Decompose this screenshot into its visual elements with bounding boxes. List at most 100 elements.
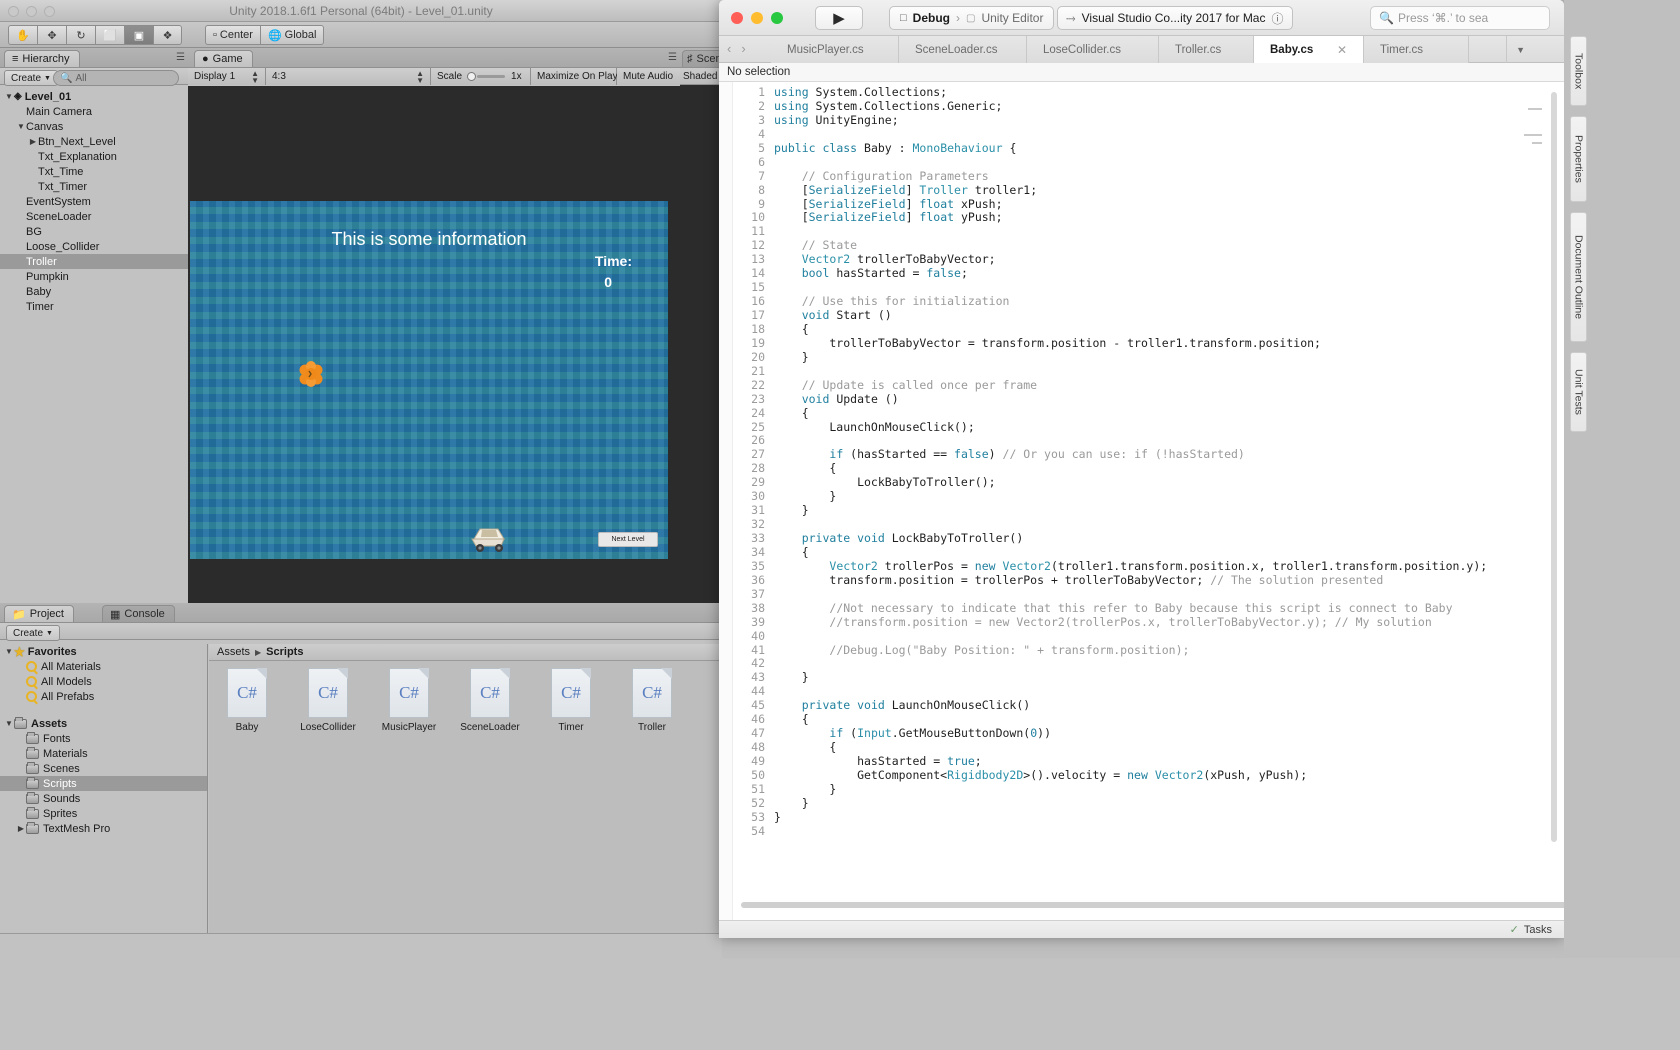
tab-musicplayer-cs[interactable]: MusicPlayer.cs: [771, 36, 899, 63]
scene-shading-dropdown[interactable]: Shaded: [680, 67, 722, 85]
code-editor[interactable]: 1 using System.Collections; 2 using System.…: [719, 82, 1564, 920]
move-tool-icon[interactable]: ✥: [37, 25, 66, 45]
tab-game[interactable]: ● Game: [194, 50, 253, 67]
chevron-down-icon[interactable]: ▼: [1506, 36, 1534, 63]
project-tree-item-favorites[interactable]: ▼ ★ Favorites: [0, 644, 207, 659]
configuration-selector[interactable]: □ Debug › ▢ Unity Editor: [889, 6, 1055, 30]
project-tree-item-all-prefabs[interactable]: · All Prefabs: [0, 689, 207, 704]
tab-sceneloader-cs[interactable]: SceneLoader.cs: [899, 36, 1027, 63]
update-icon[interactable]: ⓘ: [1271, 10, 1283, 27]
project-tree-item-all-materials[interactable]: · All Materials: [0, 659, 207, 674]
search-input[interactable]: 🔍 Press ‘⌘.’ to sea: [1370, 6, 1550, 30]
chevron-down-icon[interactable]: ▼: [16, 122, 26, 131]
solution-status-bar[interactable]: ⤑ Visual Studio Co...ity 2017 for Mac ⓘ: [1057, 6, 1293, 30]
asset-item[interactable]: C# SceneLoader: [460, 668, 520, 733]
hierarchy-item-main-camera[interactable]: ·Main Camera: [0, 104, 188, 119]
tasks-label[interactable]: Tasks: [1524, 924, 1552, 936]
minimize-window-button[interactable]: [751, 12, 763, 24]
breadcrumb-scripts[interactable]: Scripts: [266, 646, 303, 658]
hierarchy-item-txt-timer[interactable]: ·Txt_Timer: [0, 179, 188, 194]
scale-tool-icon[interactable]: ⬜: [95, 25, 124, 45]
project-tree-item-textmesh-pro[interactable]: ▶ TextMesh Pro: [0, 821, 207, 836]
tab-losecollider-cs[interactable]: LoseCollider.cs: [1027, 36, 1159, 63]
tab-console[interactable]: ▦ Console: [102, 605, 175, 622]
chevron-right-icon[interactable]: ▶: [16, 824, 26, 833]
maximize-window-button[interactable]: [771, 12, 783, 24]
pad-unit-tests[interactable]: Unit Tests: [1570, 352, 1587, 432]
game-menu-icon[interactable]: ☰: [668, 52, 677, 63]
hierarchy-item-canvas[interactable]: ▼ Canvas: [0, 119, 188, 134]
tab-baby-cs[interactable]: Baby.cs ✕: [1254, 36, 1364, 63]
hierarchy-item-txt-time[interactable]: ·Txt_Time: [0, 164, 188, 179]
project-tree-item-sprites[interactable]: · Sprites: [0, 806, 207, 821]
hierarchy-item-eventsystem[interactable]: ·EventSystem: [0, 194, 188, 209]
close-window-button[interactable]: [731, 12, 743, 24]
hierarchy-search-input[interactable]: 🔍 All: [53, 70, 179, 86]
code-token: (xPush, yPush);: [1203, 767, 1308, 782]
project-tree-item-materials[interactable]: · Materials: [0, 746, 207, 761]
breadcrumb-assets[interactable]: Assets: [217, 646, 250, 658]
tab-project[interactable]: 📁 Project: [4, 605, 74, 622]
game-render-area[interactable]: This is some information Time: 0 Next Le…: [190, 201, 668, 559]
hierarchy-item-txt-explanation[interactable]: ·Txt_Explanation: [0, 149, 188, 164]
maximize-on-play-toggle[interactable]: Maximize On Play: [531, 68, 618, 85]
tab-troller-cs[interactable]: Troller.cs: [1159, 36, 1254, 63]
hierarchy-item-btn-next-level[interactable]: ▶ Btn_Next_Level: [0, 134, 188, 149]
run-button[interactable]: ▶: [815, 6, 863, 30]
project-tree-item-all-models[interactable]: · All Models: [0, 674, 207, 689]
chevron-down-icon[interactable]: ▼: [4, 719, 14, 728]
hierarchy-item-level-01[interactable]: ▼ ◈ Level_01: [0, 89, 188, 104]
rect-tool-icon[interactable]: ▣: [124, 25, 153, 45]
asset-item[interactable]: C# LoseCollider: [298, 668, 358, 733]
scale-slider-track[interactable]: [477, 75, 506, 78]
project-tree-item-scripts[interactable]: · Scripts: [0, 776, 207, 791]
chevron-right-icon[interactable]: ▶: [28, 137, 38, 146]
project-tree-item-scenes[interactable]: · Scenes: [0, 761, 207, 776]
code-content[interactable]: 1 using System.Collections; 2 using System.…: [735, 85, 1487, 839]
vs-window-controls[interactable]: [731, 12, 783, 24]
coordinate-space-button[interactable]: 🌐 Global: [259, 25, 325, 45]
project-tree-item-fonts[interactable]: · Fonts: [0, 731, 207, 746]
asset-item[interactable]: C# Baby: [217, 668, 277, 733]
tab-timer-cs[interactable]: Timer.cs: [1364, 36, 1469, 63]
hierarchy-item-timer[interactable]: ·Timer: [0, 299, 188, 314]
pad-document-outline[interactable]: Document Outline: [1570, 212, 1587, 342]
hierarchy-menu-icon[interactable]: ☰: [176, 52, 185, 63]
nav-back-icon[interactable]: ‹: [727, 41, 731, 56]
hand-tool-icon[interactable]: ✋: [8, 25, 37, 45]
hierarchy-item-troller[interactable]: ·Troller: [0, 254, 188, 269]
hierarchy-item-baby[interactable]: ·Baby: [0, 284, 188, 299]
asset-item[interactable]: C# MusicPlayer: [379, 668, 439, 733]
chevron-down-icon[interactable]: ▼: [4, 92, 14, 101]
next-level-button[interactable]: Next Level: [598, 532, 658, 547]
hierarchy-item-bg[interactable]: ·BG: [0, 224, 188, 239]
scale-slider-handle[interactable]: [467, 72, 477, 81]
display-dropdown[interactable]: Display 1 ▲ ▼: [188, 68, 266, 85]
project-tree-item-sounds[interactable]: · Sounds: [0, 791, 207, 806]
vertical-scrollbar[interactable]: [1551, 92, 1557, 842]
pad-properties[interactable]: Properties: [1570, 116, 1587, 202]
mute-audio-toggle[interactable]: Mute Audio: [617, 68, 680, 85]
transform-tool-icon[interactable]: ❖: [153, 25, 182, 45]
hierarchy-item-sceneloader[interactable]: ·SceneLoader: [0, 209, 188, 224]
project-create-button[interactable]: Create ▼: [6, 625, 60, 641]
project-tree-item-assets[interactable]: ▼ Assets: [0, 716, 207, 731]
pad-toolbox[interactable]: Toolbox: [1570, 36, 1587, 106]
line-number: 17: [751, 308, 765, 322]
scene-viewport[interactable]: [680, 85, 722, 603]
aspect-dropdown[interactable]: 4:3 ▲ ▼: [266, 68, 431, 85]
chevron-down-icon[interactable]: ▼: [4, 647, 14, 656]
hierarchy-item-loose-collider[interactable]: ·Loose_Collider: [0, 239, 188, 254]
game-canvas[interactable]: This is some information Time: 0 Next Le…: [188, 86, 680, 603]
nav-forward-icon[interactable]: ›: [741, 41, 745, 56]
asset-item[interactable]: C# Troller: [622, 668, 682, 733]
hierarchy-create-button[interactable]: Create ▼: [4, 70, 58, 86]
close-icon[interactable]: ✕: [1337, 43, 1347, 57]
horizontal-scrollbar[interactable]: [741, 902, 1564, 908]
rotate-tool-icon[interactable]: ↻: [66, 25, 95, 45]
tab-hierarchy[interactable]: ≡ Hierarchy: [4, 50, 80, 67]
hierarchy-item-pumpkin[interactable]: ·Pumpkin: [0, 269, 188, 284]
scale-slider[interactable]: Scale 1x: [431, 68, 531, 85]
pivot-mode-button[interactable]: ▫ Center: [205, 25, 260, 45]
asset-item[interactable]: C# Timer: [541, 668, 601, 733]
